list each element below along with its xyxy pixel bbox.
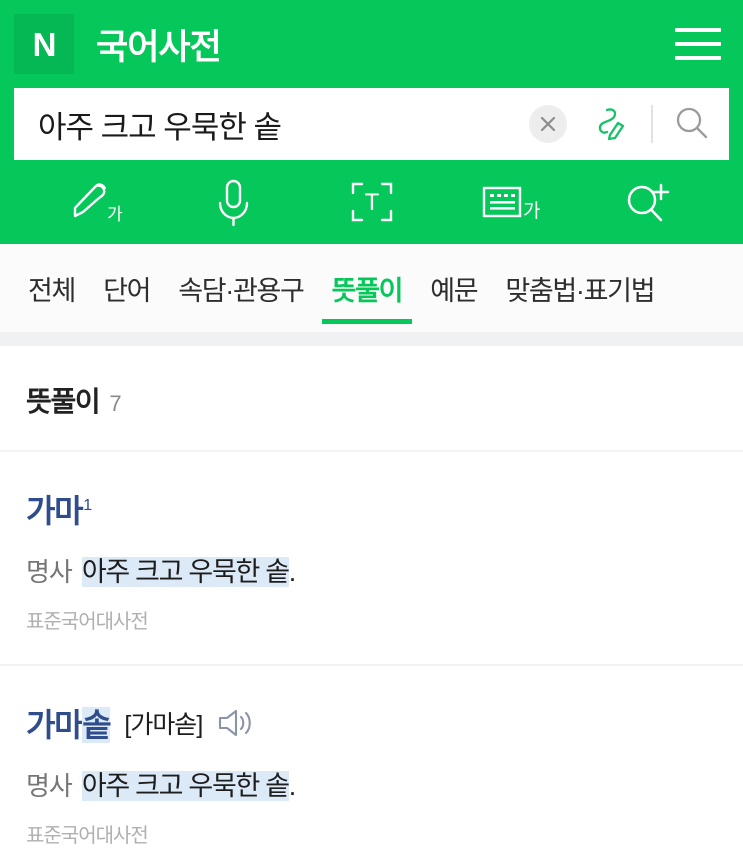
voice-input-icon[interactable] — [164, 160, 302, 244]
hamburger-line — [675, 42, 721, 46]
entry-word-link[interactable]: 가마솥 — [26, 700, 112, 746]
app-root: N 국어사전 아주 크고 우묵한 솥 가 T 가 전체 단어 속담·관용구 뜻풀… — [0, 0, 743, 861]
search-wrapper — [0, 88, 743, 160]
entry-word-plain: 가마 — [26, 707, 84, 743]
entry-title-row: 가마1 — [26, 486, 717, 532]
handwriting-input-icon[interactable]: 가 — [26, 160, 164, 244]
tab-sokdam-gwanyonggu[interactable]: 속담·관용구 — [164, 244, 317, 332]
speaker-icon[interactable] — [216, 706, 256, 740]
definition-tail: . — [288, 771, 297, 801]
advanced-search-icon[interactable] — [579, 160, 717, 244]
handwriting-lens-icon[interactable] — [585, 102, 629, 146]
entry-definition: 아주 크고 우묵한 솥. — [81, 764, 297, 803]
definition-highlight: 아주 크고 우묵한 솥 — [81, 557, 290, 587]
definition-tail: . — [288, 557, 297, 587]
entry-word-plain: 가마 — [26, 493, 84, 529]
definition-highlight: 아주 크고 우묵한 솥 — [81, 771, 290, 801]
result-section-label: 뜻풀이 — [26, 386, 101, 417]
entry-word-highlight: 솥 — [82, 707, 112, 743]
search-divider — [651, 105, 653, 143]
search-box[interactable] — [14, 88, 729, 160]
hamburger-line — [675, 28, 721, 32]
svg-text:가: 가 — [107, 205, 123, 224]
hamburger-menu-icon[interactable] — [675, 23, 721, 65]
list-item[interactable]: 가마솥 [가마솓] 명사 아주 크고 우묵한 솥. 표준국어대사전 — [0, 666, 743, 861]
entry-word-superscript: 1 — [83, 497, 92, 515]
entry-definition-row: 명사 아주 크고 우묵한 솥. — [26, 550, 717, 589]
tab-jeonche[interactable]: 전체 — [14, 244, 89, 332]
tab-bar: 전체 단어 속담·관용구 뜻풀이 예문 맞춤법·표기법 — [0, 244, 743, 332]
input-method-row: 가 T 가 — [0, 160, 743, 244]
entry-definition-row: 명사 아주 크고 우묵한 솥. — [26, 764, 717, 803]
search-input[interactable] — [38, 106, 529, 142]
clear-icon[interactable] — [529, 105, 567, 143]
search-icon[interactable] — [671, 103, 719, 145]
tab-ddeutpuri[interactable]: 뜻풀이 — [318, 244, 417, 332]
entry-definition: 아주 크고 우묵한 솥. — [81, 550, 297, 589]
entry-source: 표준국어대사전 — [26, 611, 149, 633]
entry-title-row: 가마솥 [가마솓] — [26, 700, 717, 746]
svg-text:T: T — [364, 189, 379, 216]
pronunciation: [가마솓] — [124, 711, 203, 739]
logo-letter: N — [32, 25, 57, 63]
green-header-block: N 국어사전 아주 크고 우묵한 솥 가 T 가 — [0, 0, 743, 244]
result-count-header: 뜻풀이 7 — [0, 346, 743, 450]
part-of-speech: 명사 — [26, 771, 73, 801]
tab-yemun[interactable]: 예문 — [416, 244, 491, 332]
text-recognition-icon[interactable]: T — [302, 160, 440, 244]
list-item[interactable]: 가마1 명사 아주 크고 우묵한 솥. 표준국어대사전 — [0, 452, 743, 664]
entry-source: 표준국어대사전 — [26, 825, 149, 847]
page-title: 국어사전 — [96, 27, 222, 67]
naver-logo[interactable]: N — [14, 14, 74, 74]
part-of-speech: 명사 — [26, 557, 73, 587]
keyboard-input-icon[interactable]: 가 — [441, 160, 579, 244]
hamburger-line — [675, 56, 721, 60]
entry-word-link[interactable]: 가마1 — [26, 486, 92, 532]
tab-daneo[interactable]: 단어 — [89, 244, 164, 332]
tab-matchumbeop-pyogibeop[interactable]: 맞춤법·표기법 — [491, 244, 668, 332]
section-separator — [0, 332, 743, 346]
top-bar: N 국어사전 — [0, 0, 743, 88]
result-count: 7 — [109, 391, 122, 416]
svg-text:가: 가 — [523, 200, 540, 222]
